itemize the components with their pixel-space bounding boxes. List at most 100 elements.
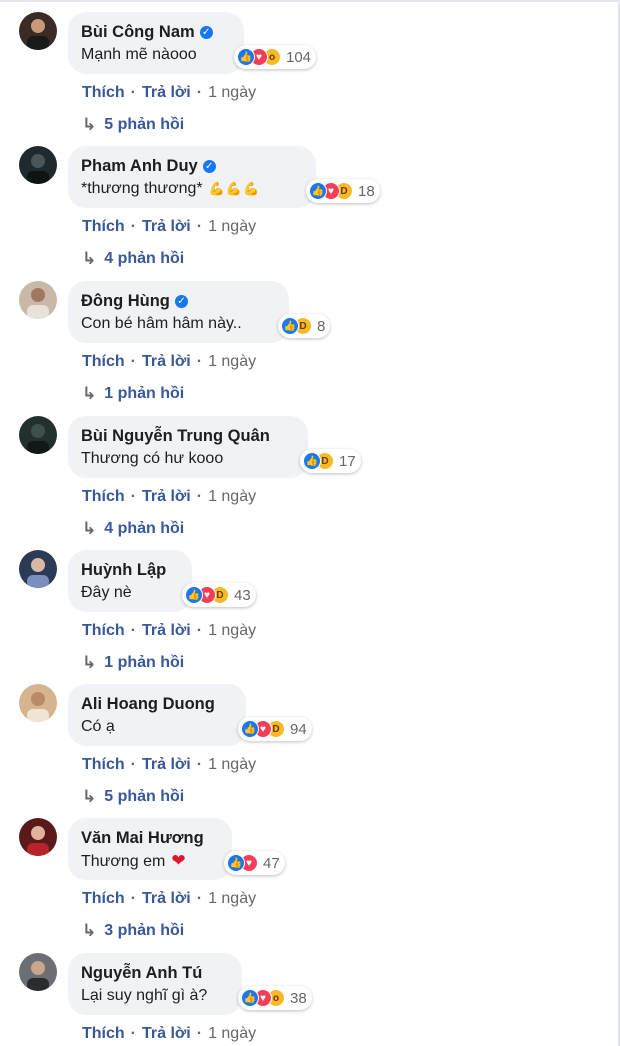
timestamp[interactable]: 1 ngày: [208, 890, 256, 908]
comment-bubble: Nguyễn Anh Tú Lại suy nghĩ gì à?: [68, 953, 242, 1015]
reply-link[interactable]: Trả lời: [142, 84, 191, 102]
like-link[interactable]: Thích: [82, 890, 125, 908]
author-name[interactable]: Pham Anh Duy: [81, 157, 198, 176]
separator: ·: [196, 353, 203, 370]
avatar[interactable]: [19, 146, 57, 184]
replies-count-label[interactable]: 1 phản hồi: [104, 385, 184, 403]
timestamp[interactable]: 1 ngày: [208, 488, 256, 506]
view-replies-link[interactable]: ↳ 1 phản hồi: [82, 653, 184, 673]
verified-badge-icon: ✓: [199, 25, 213, 39]
comment-text: Thương có hư kooo: [81, 450, 224, 467]
avatar[interactable]: [19, 281, 57, 319]
view-replies-link[interactable]: ↳ 5 phản hồi: [82, 787, 184, 807]
separator: ·: [130, 890, 136, 907]
view-replies-link[interactable]: ↳ 3 phản hồi: [82, 921, 184, 941]
comment-actions: Thích · Trả lời · 1 ngày: [82, 218, 256, 236]
view-replies-link[interactable]: ↳ 4 phản hồi: [82, 519, 184, 539]
view-replies-link[interactable]: ↳ 1 phản hồi: [82, 384, 184, 404]
like-link[interactable]: Thích: [82, 756, 125, 774]
timestamp[interactable]: 1 ngày: [208, 218, 256, 236]
heart-emoji-icon: ❤: [171, 851, 186, 870]
like-reaction-icon: 👍: [241, 720, 259, 738]
reply-arrow-icon: ↳: [82, 384, 97, 403]
reaction-summary[interactable]: 👍 ♥ o 104: [234, 45, 317, 69]
timestamp[interactable]: 1 ngày: [208, 84, 256, 102]
separator: ·: [196, 1025, 203, 1042]
reaction-summary[interactable]: 👍 ♥ D 43: [182, 583, 256, 607]
reply-link[interactable]: Trả lời: [142, 488, 191, 506]
author-name[interactable]: Nguyễn Anh Tú: [81, 964, 202, 983]
author-name[interactable]: Đông Hùng: [81, 292, 170, 311]
reply-link[interactable]: Trả lời: [142, 1025, 191, 1043]
like-link[interactable]: Thích: [82, 1025, 125, 1043]
comment-text: *thương thương*: [81, 180, 203, 197]
reply-link[interactable]: Trả lời: [142, 622, 191, 640]
reaction-count: 104: [286, 48, 312, 66]
reaction-summary[interactable]: 👍 ♥ 47: [224, 851, 285, 875]
reaction-count: 43: [234, 586, 251, 604]
separator: ·: [130, 756, 136, 773]
reaction-count: 47: [263, 854, 280, 872]
reaction-summary[interactable]: 👍 ♥ D 94: [238, 717, 312, 741]
timestamp[interactable]: 1 ngày: [208, 756, 256, 774]
comment-text-row: Thương em ❤: [81, 850, 219, 872]
avatar[interactable]: [19, 416, 57, 454]
like-reaction-icon: 👍: [241, 989, 259, 1007]
like-link[interactable]: Thích: [82, 84, 125, 102]
comment-bubble: Văn Mai Hương Thương em ❤: [68, 818, 232, 880]
replies-count-label[interactable]: 4 phản hồi: [104, 520, 184, 538]
view-replies-link[interactable]: ↳ 5 phản hồi: [82, 115, 184, 135]
replies-count-label[interactable]: 4 phản hồi: [104, 250, 184, 268]
like-link[interactable]: Thích: [82, 622, 125, 640]
replies-count-label[interactable]: 5 phản hồi: [104, 788, 184, 806]
reply-link[interactable]: Trả lời: [142, 218, 191, 236]
timestamp[interactable]: 1 ngày: [208, 1025, 256, 1043]
like-reaction-icon: 👍: [185, 586, 203, 604]
like-reaction-icon: 👍: [309, 182, 327, 200]
avatar[interactable]: [19, 550, 57, 588]
avatar-image: [27, 288, 49, 319]
reply-arrow-icon: ↳: [82, 787, 97, 806]
replies-count-label[interactable]: 3 phản hồi: [104, 922, 184, 940]
reaction-summary[interactable]: 👍 D 17: [300, 449, 361, 473]
comment-bubble: Đông Hùng ✓ Con bé hâm hâm này..: [68, 281, 289, 343]
reaction-summary[interactable]: 👍 D 8: [278, 314, 331, 338]
author-name[interactable]: Bùi Công Nam: [81, 23, 195, 42]
comment-bubble: Ali Hoang Duong Có ạ: [68, 684, 246, 746]
avatar-image: [27, 154, 49, 184]
timestamp[interactable]: 1 ngày: [208, 622, 256, 640]
avatar-image: [27, 424, 49, 454]
reaction-count: 18: [358, 182, 375, 200]
like-link[interactable]: Thích: [82, 488, 125, 506]
like-link[interactable]: Thích: [82, 218, 125, 236]
view-replies-link[interactable]: ↳ 4 phản hồi: [82, 249, 184, 269]
avatar[interactable]: [19, 953, 57, 991]
author-name[interactable]: Văn Mai Hương: [81, 829, 204, 848]
reply-link[interactable]: Trả lời: [142, 756, 191, 774]
comment-text: Đây nè: [81, 584, 132, 601]
reply-link[interactable]: Trả lời: [142, 890, 191, 908]
timestamp[interactable]: 1 ngày: [208, 353, 256, 371]
avatar-image: [27, 558, 49, 588]
avatar[interactable]: [19, 684, 57, 722]
comment-text: Con bé hâm hâm này..: [81, 315, 242, 332]
author-name[interactable]: Huỳnh Lập: [81, 561, 166, 580]
reaction-summary[interactable]: 👍 ♥ D 18: [306, 179, 380, 203]
reaction-summary[interactable]: 👍 ♥ o 38: [238, 986, 312, 1010]
replies-count-label[interactable]: 1 phản hồi: [104, 654, 184, 672]
like-reaction-icon: 👍: [237, 48, 255, 66]
reply-arrow-icon: ↳: [82, 653, 97, 672]
reply-link[interactable]: Trả lời: [142, 353, 191, 371]
comment-bubble: Pham Anh Duy ✓ *thương thương* 💪💪💪: [68, 146, 316, 208]
comment-text: Mạnh mẽ nàooo: [81, 46, 197, 63]
avatar[interactable]: [19, 12, 57, 50]
separator: ·: [130, 1025, 136, 1042]
like-link[interactable]: Thích: [82, 353, 125, 371]
author-name[interactable]: Ali Hoang Duong: [81, 695, 215, 714]
separator: ·: [196, 84, 203, 101]
comment-actions: Thích · Trả lời · 1 ngày: [82, 488, 256, 506]
avatar[interactable]: [19, 818, 57, 856]
avatar-image: [27, 19, 49, 50]
author-name[interactable]: Bùi Nguyễn Trung Quân: [81, 427, 270, 446]
replies-count-label[interactable]: 5 phản hồi: [104, 116, 184, 134]
